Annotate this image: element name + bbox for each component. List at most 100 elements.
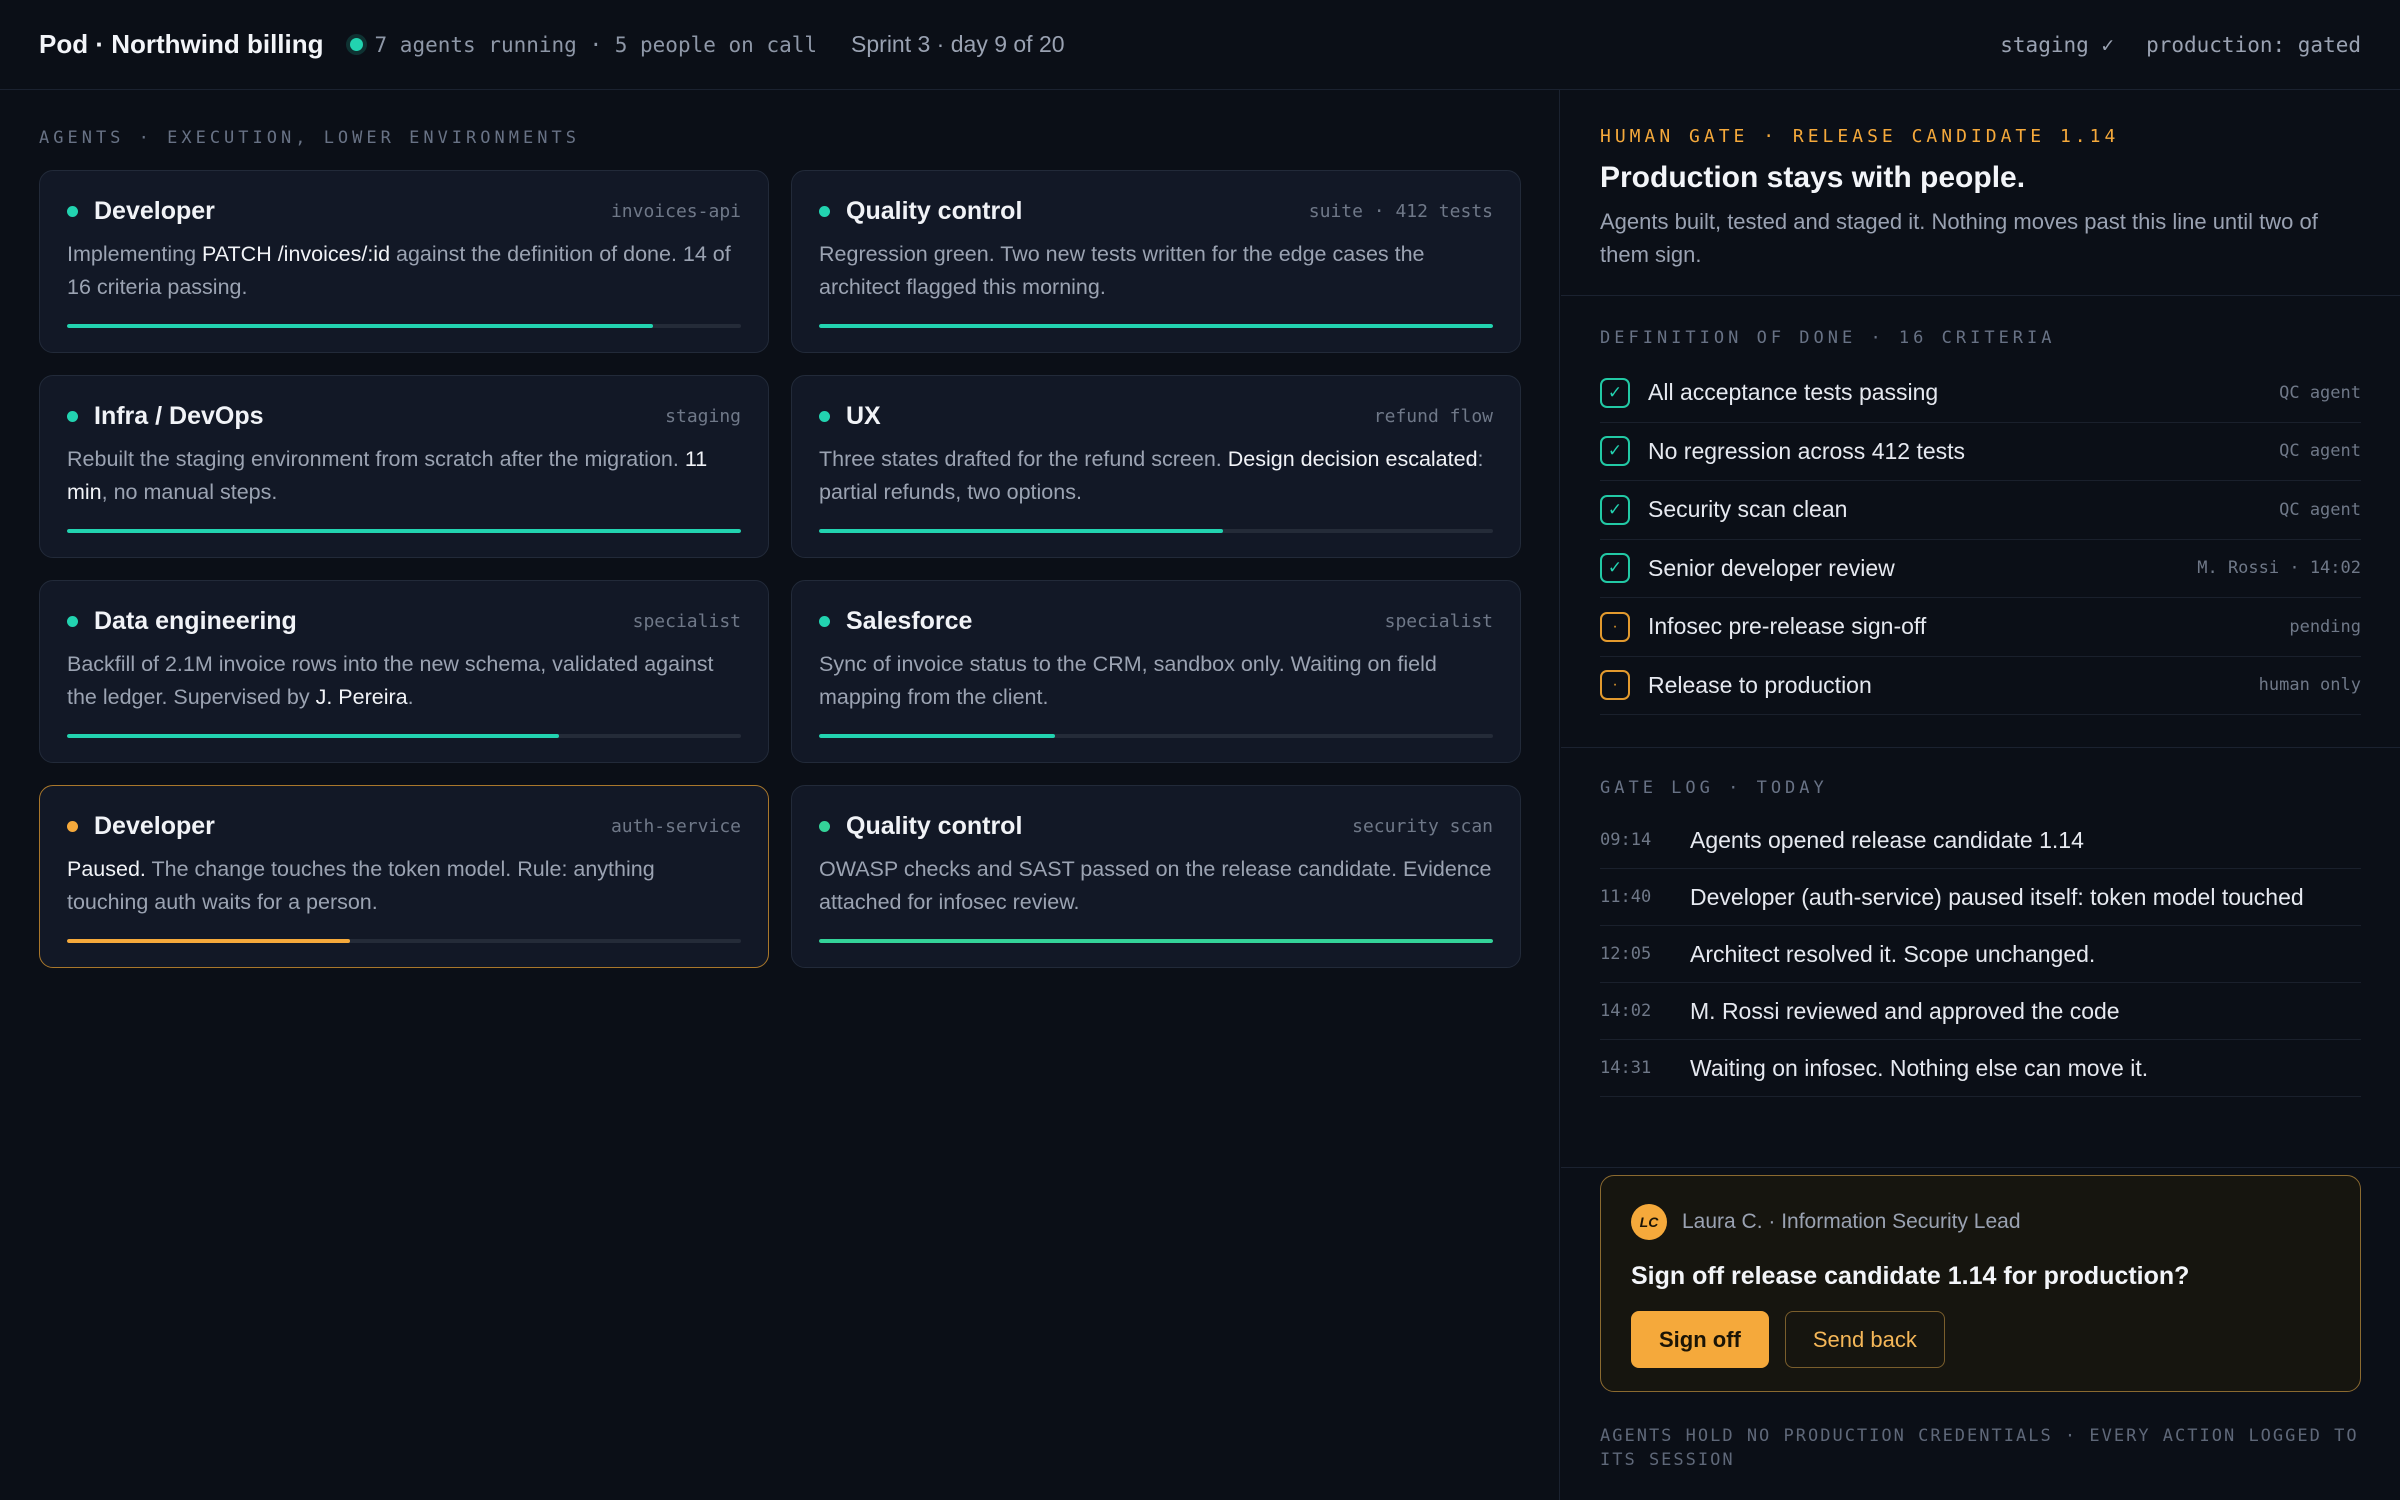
dod-section-label: DEFINITION OF DONE · 16 CRITERIA bbox=[1600, 328, 2056, 348]
agent-tag: auth-service bbox=[610, 816, 741, 837]
log-text: Developer (auth-service) paused itself: … bbox=[1690, 883, 2304, 910]
description-text: Implementing bbox=[67, 242, 203, 266]
highlighted-text: Paused. bbox=[67, 857, 146, 881]
agent-tag: refund flow bbox=[1373, 406, 1493, 427]
status-dot-icon bbox=[819, 616, 830, 627]
description-text: Rebuilt the staging environment from scr… bbox=[67, 447, 685, 471]
agent-tag: invoices-api bbox=[610, 201, 741, 222]
gate-label: HUMAN GATE · RELEASE CANDIDATE 1.14 bbox=[1600, 126, 2120, 147]
checked-checkbox-icon: ✓ bbox=[1600, 494, 1630, 525]
environment-status: staging ✓ production: gated bbox=[2000, 33, 2361, 57]
agent-card-header: Infra / DevOps staging bbox=[67, 402, 741, 431]
status-dot-icon bbox=[67, 411, 78, 422]
dod-item-owner: pending bbox=[2289, 616, 2361, 637]
dod-item: · Release to production human only bbox=[1600, 657, 2361, 715]
dod-item-text: No regression across 412 tests bbox=[1648, 437, 1966, 464]
dod-item-text: All acceptance tests passing bbox=[1648, 379, 1939, 406]
log-section-label: GATE LOG · TODAY bbox=[1600, 778, 1828, 798]
log-time: 12:05 bbox=[1600, 944, 1652, 964]
agent-description: Regression green. Two new tests written … bbox=[819, 238, 1493, 304]
log-entry: 09:14 Agents opened release candidate 1.1… bbox=[1600, 812, 2361, 869]
log-time: 14:31 bbox=[1600, 1058, 1652, 1078]
log-time: 14:02 bbox=[1600, 1001, 1652, 1021]
dod-item: ✓ No regression across 412 tests QC agent bbox=[1600, 423, 2361, 481]
description-text: Sync of invoice status to the CRM, sandb… bbox=[819, 652, 1437, 709]
staging-status: staging ✓ bbox=[2000, 32, 2115, 57]
log-time: 11:40 bbox=[1600, 887, 1652, 907]
agent-card[interactable]: Salesforce specialist Sync of invoice stat… bbox=[791, 580, 1521, 763]
dod-item-owner: M. Rossi · 14:02 bbox=[2197, 558, 2361, 579]
agent-description: Paused. The change touches the token mod… bbox=[67, 853, 741, 919]
production-status: production: gated bbox=[2146, 32, 2361, 57]
log-text: M. Rossi reviewed and approved the code bbox=[1690, 997, 2120, 1024]
highlighted-text: Design decision escalated bbox=[1227, 447, 1478, 471]
sprint-info: Sprint 3 · day 9 of 20 bbox=[851, 31, 1065, 57]
gate-panel: HUMAN GATE · RELEASE CANDIDATE 1.14 Prod… bbox=[1561, 90, 2400, 1500]
signoff-request-card: LC Laura C. · Information Security Lead … bbox=[1600, 1175, 2361, 1392]
progress-fill bbox=[67, 324, 654, 328]
running-status: 7 agents running · 5 people on call bbox=[349, 33, 817, 57]
log-time: 09:14 bbox=[1600, 830, 1652, 850]
agent-tag: suite · 412 tests bbox=[1308, 201, 1493, 222]
dod-item-owner: human only bbox=[2258, 675, 2361, 696]
agent-progress-bar bbox=[67, 529, 741, 533]
status-dot-icon bbox=[819, 821, 830, 832]
gate-title: Production stays with people. bbox=[1600, 161, 2026, 194]
definition-of-done: DEFINITION OF DONE · 16 CRITERIA ✓ All ac… bbox=[1561, 296, 2400, 748]
agent-progress-bar bbox=[67, 324, 741, 328]
agent-card[interactable]: Quality control suite · 412 tests Regressi… bbox=[791, 170, 1521, 353]
status-dot-icon bbox=[819, 206, 830, 217]
footer-note: AGENTS HOLD NO PRODUCTION CREDENTIALS · … bbox=[1600, 1426, 2359, 1470]
agent-card-header: Quality control security scan bbox=[819, 812, 1493, 841]
progress-fill bbox=[819, 529, 1224, 533]
agent-progress-bar bbox=[819, 939, 1493, 943]
progress-fill bbox=[67, 939, 351, 943]
agent-description: OWASP checks and SAST passed on the rele… bbox=[819, 853, 1493, 919]
status-dot-icon bbox=[67, 821, 78, 832]
send-back-button[interactable]: Send back bbox=[1784, 1311, 1945, 1368]
description-text: Regression green. Two new tests written … bbox=[819, 242, 1425, 299]
agent-card-header: Salesforce specialist bbox=[819, 607, 1493, 636]
dod-item-owner: QC agent bbox=[2279, 382, 2361, 403]
agent-card[interactable]: Data engineering specialist Backfill of 2.… bbox=[39, 580, 769, 763]
agent-title: Salesforce bbox=[846, 607, 973, 635]
agent-card-header: Quality control suite · 412 tests bbox=[819, 197, 1493, 226]
agent-card-grid: Developer invoices-api Implementing PATCH … bbox=[39, 170, 1521, 968]
agent-card[interactable]: UX refund flow Three states drafted for th… bbox=[791, 375, 1521, 558]
agent-card[interactable]: Infra / DevOps staging Rebuilt the staging… bbox=[39, 375, 769, 558]
agent-description: Three states drafted for the refund scre… bbox=[819, 443, 1493, 509]
dod-item: · Infosec pre-release sign-off pending bbox=[1600, 598, 2361, 657]
dod-list: ✓ All acceptance tests passing QC agent ✓ No… bbox=[1600, 364, 2361, 715]
log-text: Agents opened release candidate 1.14 bbox=[1690, 826, 2084, 853]
dod-item-text: Release to production bbox=[1648, 671, 1872, 698]
description-text: OWASP checks and SAST passed on the rele… bbox=[819, 857, 1492, 914]
description-text: . bbox=[407, 685, 414, 709]
gate-subtitle: Agents built, tested and staged it. Noth… bbox=[1600, 209, 2318, 267]
log-text: Waiting on infosec. Nothing else can mov… bbox=[1690, 1054, 2149, 1081]
description-text: , no manual steps. bbox=[101, 480, 278, 504]
pod-title: Pod · Northwind billing bbox=[39, 29, 324, 59]
agent-progress-bar bbox=[819, 324, 1493, 328]
agents-panel: AGENTS · EXECUTION, LOWER ENVIRONMENTS D… bbox=[0, 90, 1560, 1500]
agent-title: Quality control bbox=[846, 197, 1023, 225]
checked-checkbox-icon: ✓ bbox=[1600, 553, 1630, 584]
progress-fill bbox=[819, 734, 1055, 738]
agent-title: Quality control bbox=[846, 812, 1023, 840]
progress-fill bbox=[67, 734, 560, 738]
agent-card-header: Developer auth-service bbox=[67, 812, 741, 841]
sign-off-button[interactable]: Sign off bbox=[1631, 1311, 1769, 1368]
gate-log: GATE LOG · TODAY 09:14 Agents opened rele… bbox=[1561, 748, 2400, 1168]
status-dot-icon bbox=[819, 411, 830, 422]
agent-card[interactable]: Developer auth-service Paused. The change … bbox=[39, 785, 769, 968]
agent-card[interactable]: Developer invoices-api Implementing PATCH … bbox=[39, 170, 769, 353]
log-entry: 14:02 M. Rossi reviewed and approved the … bbox=[1600, 983, 2361, 1040]
log-entry: 14:31 Waiting on infosec. Nothing else ca… bbox=[1600, 1040, 2361, 1097]
agent-description: Sync of invoice status to the CRM, sandb… bbox=[819, 648, 1493, 714]
agents-section-label: AGENTS · EXECUTION, LOWER ENVIRONMENTS bbox=[39, 128, 580, 148]
status-dot-icon bbox=[67, 206, 78, 217]
log-entry: 11:40 Developer (auth-service) paused its… bbox=[1600, 869, 2361, 926]
highlighted-text: J. Pereira bbox=[315, 685, 408, 709]
requester-row: LC Laura C. · Information Security Lead bbox=[1631, 1204, 2330, 1240]
agent-card[interactable]: Quality control security scan OWASP checks… bbox=[791, 785, 1521, 968]
dod-item-text: Senior developer review bbox=[1648, 554, 1895, 581]
